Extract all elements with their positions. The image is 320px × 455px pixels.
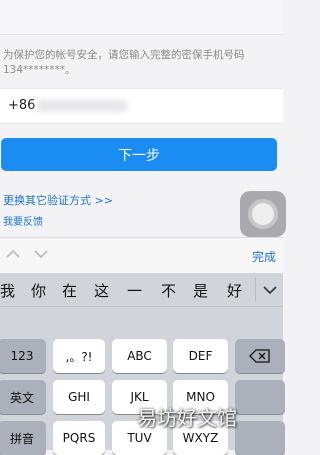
candidate-word[interactable]: 在 [62, 280, 77, 301]
assistive-touch-button[interactable] [240, 191, 286, 237]
candidate-word[interactable]: 是 [193, 280, 208, 301]
security-notice: 为保护您的帐号安全，请您输入完整的密保手机号码134********。 [3, 49, 245, 76]
candidate-word[interactable]: 一 [127, 280, 142, 301]
function-key[interactable] [235, 380, 285, 414]
candidate-divider [255, 277, 256, 302]
phone-number-blurred [36, 100, 128, 112]
keyboard-accessory-bar: 完成 [0, 237, 283, 274]
candidate-word[interactable]: 我 [0, 280, 15, 301]
divider [0, 34, 283, 35]
backspace-icon [249, 349, 270, 363]
candidate-word[interactable]: 不 [161, 280, 176, 301]
other-verification-link[interactable]: 更换其它验证方式 >> [3, 192, 113, 208]
english-key[interactable]: 英文 [0, 380, 46, 414]
candidate-bar: 我 你 在 这 一 不 是 好 [0, 273, 283, 307]
key-def[interactable]: DEF [173, 339, 228, 373]
key-abc[interactable]: ABC [112, 339, 167, 373]
delete-key[interactable] [235, 339, 285, 373]
next-step-button[interactable]: 下一步 [1, 138, 277, 171]
feedback-link[interactable]: 我要反馈 [3, 213, 43, 228]
numbers-key[interactable]: 123 [0, 339, 46, 373]
watermark-text: 易坊好文馆 [137, 406, 237, 430]
expand-candidates-icon[interactable] [263, 285, 277, 295]
top-area [0, 0, 283, 36]
phone-field[interactable]: +86 [0, 88, 283, 124]
chevron-down-icon[interactable] [34, 249, 48, 259]
country-code: +86 [8, 98, 36, 113]
key-ghi[interactable]: GHI [53, 380, 105, 414]
assistive-ring-inner [252, 203, 274, 225]
candidate-word[interactable]: 好 [227, 280, 242, 301]
chevron-up-icon[interactable] [6, 249, 20, 259]
candidate-word[interactable]: 这 [94, 280, 109, 301]
done-button[interactable]: 完成 [252, 248, 276, 265]
candidate-word[interactable]: 你 [31, 280, 46, 301]
punctuation-key[interactable]: ,。?! [53, 339, 105, 373]
